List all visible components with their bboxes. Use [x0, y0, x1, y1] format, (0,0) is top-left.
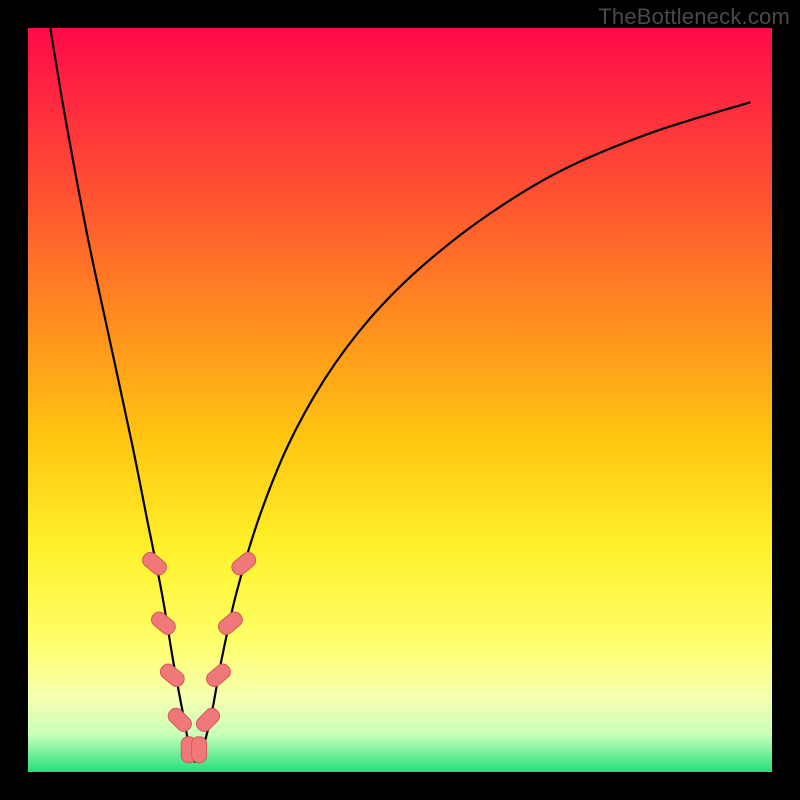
curve-marker [229, 550, 259, 578]
curve-marker [216, 609, 246, 637]
curve-marker [204, 661, 234, 689]
curve-markers [140, 550, 259, 763]
chart-frame: TheBottleneck.com [0, 0, 800, 800]
watermark-text: TheBottleneck.com [598, 4, 790, 30]
curve-marker [140, 550, 170, 578]
chart-svg [28, 28, 772, 772]
plot-area [28, 28, 772, 772]
curve-marker [194, 705, 223, 734]
curve-marker [158, 661, 188, 689]
curve-marker [149, 609, 179, 637]
bottleneck-curve [50, 28, 749, 762]
curve-marker [165, 705, 194, 734]
curve-marker [192, 737, 207, 763]
